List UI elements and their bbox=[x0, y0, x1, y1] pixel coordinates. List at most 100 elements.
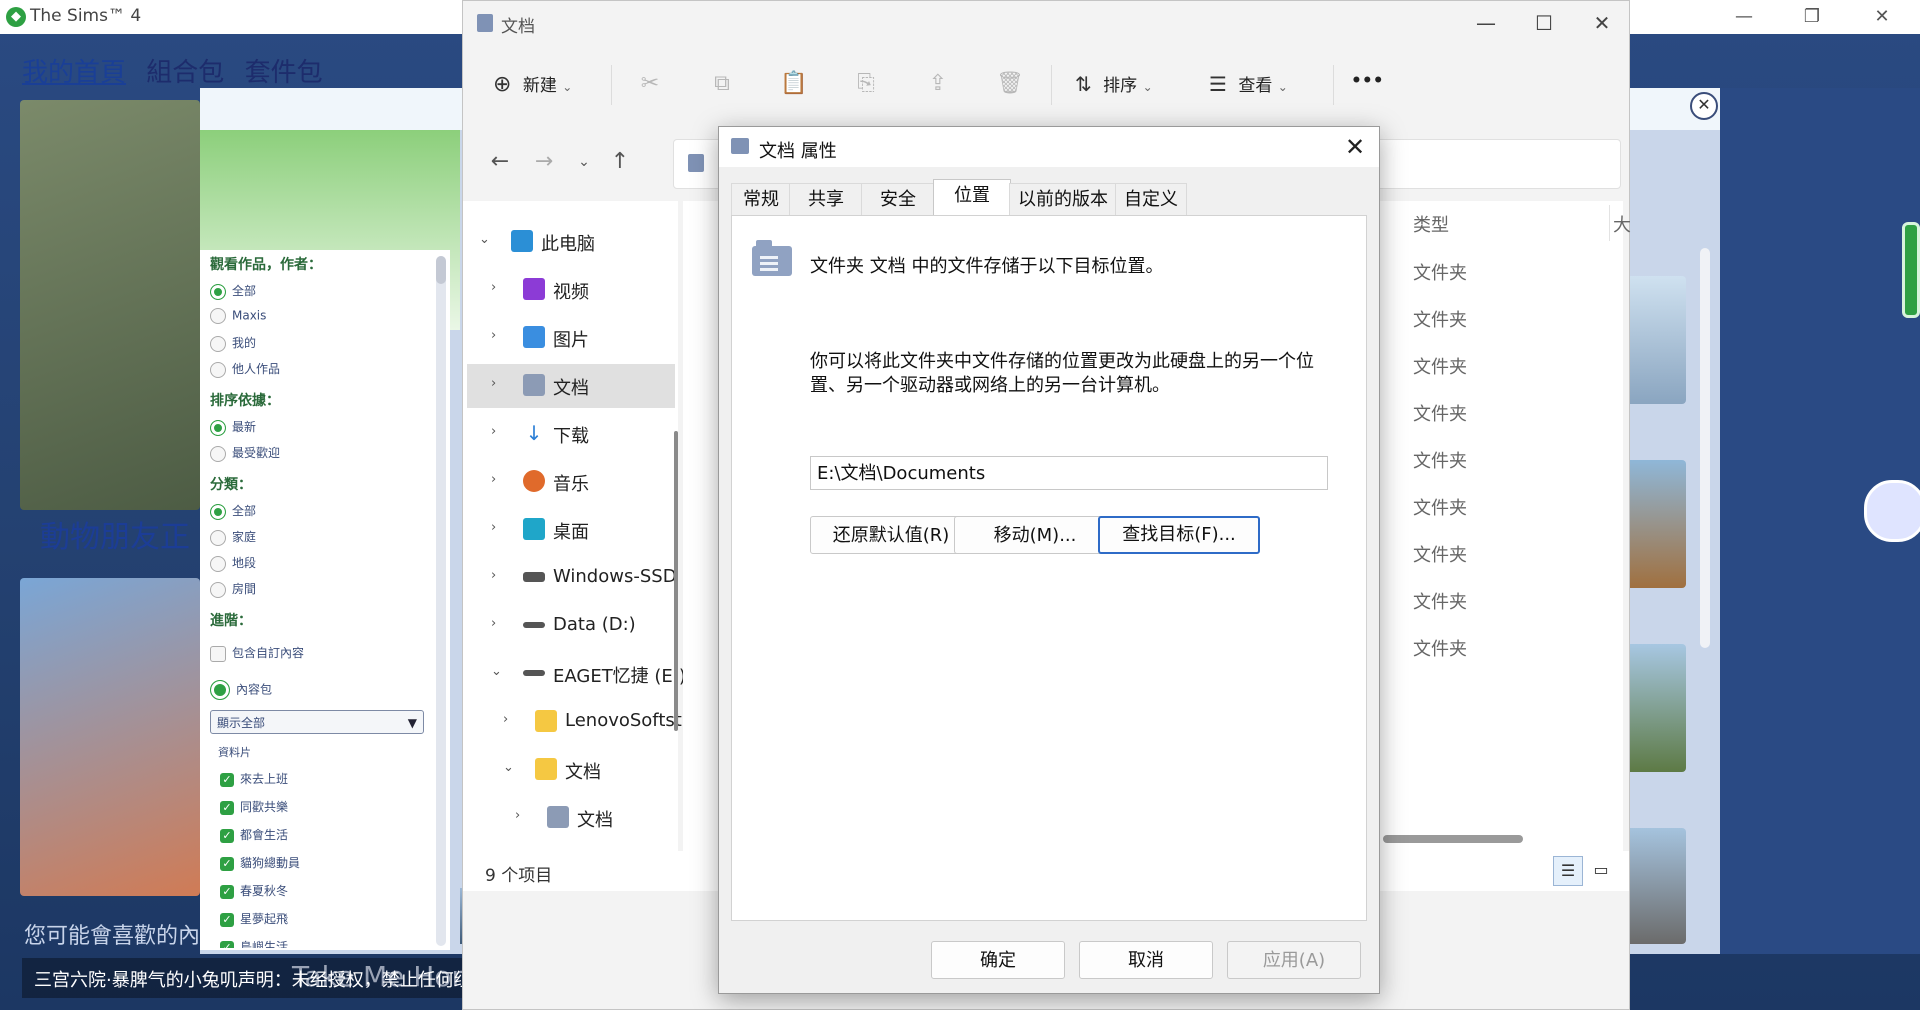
radio-cat-lot[interactable]: 地段 bbox=[210, 554, 256, 572]
target-path-field[interactable]: E:\文档\Documents bbox=[810, 456, 1328, 490]
tree-item-this-pc[interactable]: ⌄ 此电脑 bbox=[467, 220, 675, 264]
checkbox-pack-3[interactable]: ✓ 貓狗總動員 bbox=[220, 854, 300, 871]
file-row-type[interactable]: 文件夹 bbox=[1413, 588, 1467, 614]
up-arrow-icon[interactable]: ↑ bbox=[603, 145, 637, 179]
checkbox-pack-1[interactable]: ✓ 同歡共樂 bbox=[220, 798, 288, 815]
more-options-button[interactable]: ••• bbox=[1351, 71, 1384, 91]
rename-icon[interactable]: ⎘ bbox=[849, 67, 883, 101]
radio-author-maxis[interactable]: Maxis bbox=[210, 308, 266, 324]
checkbox-pack-6[interactable]: ✓ 島嶼生活 bbox=[220, 938, 288, 948]
column-divider[interactable] bbox=[1609, 205, 1610, 241]
checkbox-pack-0[interactable]: ✓ 來去上班 bbox=[220, 770, 288, 787]
sort-button[interactable]: ⇅ 排序 ⌄ bbox=[1075, 71, 1153, 96]
close-icon[interactable]: ✕ bbox=[1690, 92, 1718, 120]
radio-author-others[interactable]: 他人作品 bbox=[210, 360, 280, 378]
cancel-button[interactable]: 取消 bbox=[1079, 941, 1213, 979]
radio-author-all[interactable]: 全部 bbox=[210, 282, 256, 300]
tree-item-documents-sub[interactable]: › 文档 bbox=[467, 796, 675, 840]
ok-button[interactable]: 确定 bbox=[931, 941, 1065, 979]
lot-thumbnail[interactable] bbox=[1626, 644, 1686, 772]
checkbox-include-custom[interactable]: 包含自訂內容 bbox=[210, 644, 304, 662]
forward-arrow-icon[interactable]: → bbox=[527, 145, 561, 179]
nav-my-home[interactable]: 我的首頁 bbox=[22, 58, 126, 88]
lot-thumbnail[interactable] bbox=[1626, 828, 1686, 944]
gallery-scrollbar[interactable] bbox=[1700, 248, 1710, 648]
column-header-size[interactable]: 大 bbox=[1613, 211, 1631, 237]
tree-item-windows-ssd[interactable]: › Windows-SSD bbox=[467, 556, 677, 600]
column-header-type[interactable]: 类型 bbox=[1413, 211, 1449, 237]
minimize-icon[interactable]: — bbox=[1724, 3, 1764, 31]
new-button[interactable]: ⊕ 新建 ⌄ bbox=[493, 71, 572, 97]
scrollbar-thumb[interactable] bbox=[436, 256, 446, 284]
close-icon[interactable]: ✕ bbox=[1337, 131, 1373, 163]
file-row-type[interactable]: 文件夹 bbox=[1413, 635, 1467, 661]
content-pack-toggle[interactable]: 內容包 bbox=[210, 680, 272, 700]
tree-item-lenovosoftst[interactable]: › LenovoSoftst bbox=[467, 700, 682, 744]
file-row-type[interactable]: 文件夹 bbox=[1413, 447, 1467, 473]
tree-item-documents[interactable]: › 文档 bbox=[467, 364, 675, 408]
close-icon[interactable]: ✕ bbox=[1579, 7, 1625, 39]
file-row-type[interactable]: 文件夹 bbox=[1413, 400, 1467, 426]
nav-bundles[interactable]: 組合包 bbox=[146, 58, 224, 88]
checkbox-pack-5[interactable]: ✓ 星夢起飛 bbox=[220, 910, 288, 927]
restore-icon[interactable]: ❐ bbox=[1792, 3, 1832, 31]
tree-item-desktop[interactable]: › 桌面 bbox=[467, 508, 675, 552]
nav-pane-scrollbar[interactable] bbox=[674, 431, 678, 731]
chevron-down-icon[interactable]: ⌄ bbox=[567, 145, 601, 179]
file-row-type[interactable]: 文件夹 bbox=[1413, 353, 1467, 379]
checkbox-pack-2[interactable]: ✓ 都會生活 bbox=[220, 826, 288, 843]
apply-button[interactable]: 应用(A) bbox=[1227, 941, 1361, 979]
delete-icon[interactable]: 🗑 bbox=[993, 67, 1027, 101]
radio-cat-room[interactable]: 房間 bbox=[210, 580, 256, 598]
file-row-type[interactable]: 文件夹 bbox=[1413, 541, 1467, 567]
lot-thumbnail[interactable] bbox=[1626, 276, 1686, 404]
tab-previous-versions[interactable]: 以前的版本 bbox=[1009, 183, 1117, 216]
close-icon[interactable]: ✕ bbox=[1862, 3, 1902, 31]
cut-icon[interactable]: ✂ bbox=[633, 67, 667, 101]
paste-icon[interactable]: 📋 bbox=[777, 67, 811, 101]
file-row-type[interactable]: 文件夹 bbox=[1413, 306, 1467, 332]
lot-thumbnail[interactable] bbox=[1626, 460, 1686, 588]
promo-image-cow[interactable] bbox=[20, 100, 200, 510]
tree-item-e-documents[interactable]: ⌄ 文档 bbox=[467, 748, 675, 792]
tree-item-data-d[interactable]: › Data (D:) bbox=[467, 604, 675, 648]
tab-sharing[interactable]: 共享 bbox=[789, 183, 863, 216]
tree-item-music[interactable]: › 音乐 bbox=[467, 460, 675, 504]
chat-icon[interactable] bbox=[1864, 480, 1920, 542]
radio-cat-all[interactable]: 全部 bbox=[210, 502, 256, 520]
maximize-icon[interactable]: ☐ bbox=[1521, 7, 1567, 39]
file-row-type[interactable]: 文件夹 bbox=[1413, 259, 1467, 285]
tree-item-downloads[interactable]: › ↓ 下载 bbox=[467, 412, 675, 456]
tree-item-videos[interactable]: › 视频 bbox=[467, 268, 675, 312]
tab-general[interactable]: 常规 bbox=[731, 183, 791, 216]
share-icon[interactable]: ⇪ bbox=[921, 67, 955, 101]
checkbox-pack-4[interactable]: ✓ 春夏秋冬 bbox=[220, 882, 288, 899]
restore-default-button[interactable]: 还原默认值(R) bbox=[810, 516, 972, 554]
file-row-type[interactable]: 文件夹 bbox=[1413, 494, 1467, 520]
minimize-icon[interactable]: — bbox=[1463, 7, 1509, 39]
promo-image-sims[interactable] bbox=[20, 578, 200, 896]
tree-label: EAGET忆捷 (E:) bbox=[553, 666, 686, 687]
copy-icon[interactable]: ⧉ bbox=[705, 67, 739, 101]
tree-item-pictures[interactable]: › 图片 bbox=[467, 316, 675, 360]
view-button[interactable]: ☰ 查看 ⌄ bbox=[1209, 71, 1288, 96]
nav-kits[interactable]: 套件包 bbox=[245, 58, 323, 88]
find-target-button[interactable]: 查找目标(F)... bbox=[1098, 516, 1260, 554]
horizontal-scrollbar[interactable] bbox=[1383, 835, 1523, 843]
pack-filter-select[interactable]: 顯示全部 ▼ bbox=[210, 710, 424, 734]
tab-location[interactable]: 位置 bbox=[933, 179, 1011, 216]
radio-author-mine[interactable]: 我的 bbox=[210, 334, 256, 352]
filter-scrollbar[interactable] bbox=[436, 256, 446, 946]
radio-cat-household[interactable]: 家庭 bbox=[210, 528, 256, 546]
tab-security[interactable]: 安全 bbox=[861, 183, 935, 216]
radio-sort-newest[interactable]: 最新 bbox=[210, 418, 256, 436]
location-tab-panel: 文件夹 文档 中的文件存储于以下目标位置。 你可以将此文件夹中文件存储的位置更改… bbox=[731, 215, 1367, 921]
tab-customize[interactable]: 自定义 bbox=[1115, 183, 1187, 216]
back-arrow-icon[interactable]: ← bbox=[483, 145, 517, 179]
details-view-icon[interactable]: ☰ bbox=[1553, 856, 1583, 886]
chevron-right-icon: › bbox=[491, 328, 497, 343]
tree-item-eaget-e[interactable]: ⌄ EAGET忆捷 (E:) bbox=[467, 652, 686, 696]
tiles-view-icon[interactable]: ▭ bbox=[1587, 856, 1615, 884]
radio-sort-popular[interactable]: 最受歡迎 bbox=[210, 444, 280, 462]
move-button[interactable]: 移动(M)... bbox=[954, 516, 1116, 554]
